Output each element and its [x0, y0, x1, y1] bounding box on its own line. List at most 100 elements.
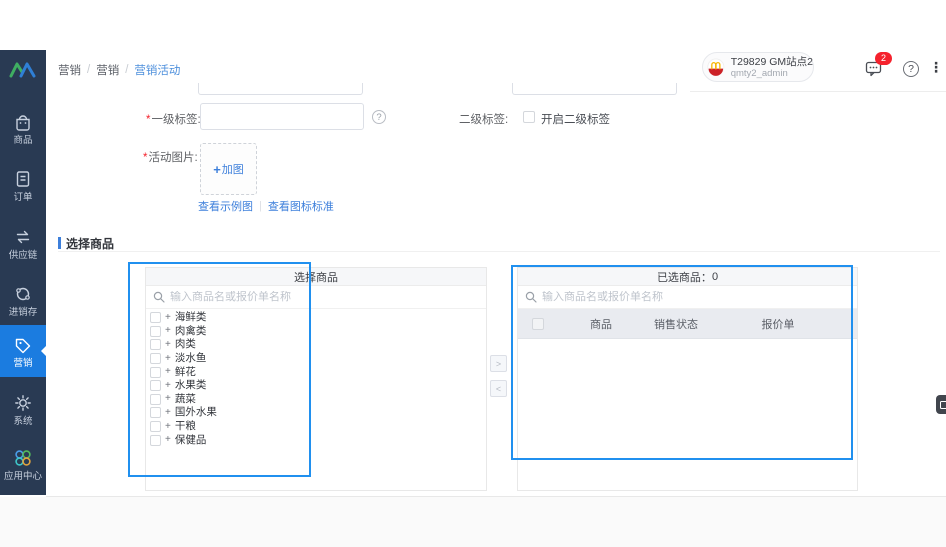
view-icon-standard-link[interactable]: 查看图标标准 — [268, 198, 334, 214]
sidebar-item-supply-chain[interactable]: 供应链 — [0, 220, 46, 266]
item-checkbox[interactable] — [150, 435, 161, 446]
selected-products-panel: 已选商品：0 商品 销售状态 报价单 — [517, 267, 858, 491]
tag-help-icon[interactable]: ? — [372, 110, 386, 124]
item-checkbox[interactable] — [150, 326, 161, 337]
section-accent-bar — [58, 237, 61, 249]
available-products-panel: 选择商品 +海鲜类+肉禽类+肉类+淡水鱼+鲜花+水果类+蔬菜+国外水果+干粮+保… — [145, 267, 487, 491]
category-row[interactable]: + 肉类 — [146, 338, 486, 352]
item-checkbox[interactable] — [150, 407, 161, 418]
active-item-notch — [41, 346, 46, 356]
item-checkbox[interactable] — [150, 339, 161, 350]
right-search-bar — [518, 286, 857, 309]
help-icon[interactable]: ? — [903, 61, 919, 77]
image-links: 查看示例图 | 查看图标标准 — [198, 198, 334, 214]
sidebar-item-inventory[interactable]: 进销存 — [0, 277, 46, 323]
site-name: T29829 GM站点2 — [731, 56, 813, 68]
inventory-icon — [12, 283, 34, 305]
expand-icon[interactable]: + — [165, 394, 171, 404]
header-divider — [690, 91, 946, 92]
breadcrumb-separator: / — [87, 64, 90, 76]
category-row[interactable]: +肉禽类 — [146, 325, 486, 339]
sidebar-label: 进销存 — [9, 307, 38, 317]
sidebar-label: 商品 — [14, 135, 33, 145]
category-row[interactable]: +水果类 — [146, 379, 486, 393]
plus-icon: + — [213, 162, 221, 177]
category-label: 干粮 — [175, 421, 196, 432]
category-label: 肉类 — [175, 339, 196, 350]
account-pill[interactable]: T29829 GM站点2 qmty2_admin — [702, 52, 814, 82]
add-image-upload[interactable]: + 加图 — [200, 143, 257, 195]
sidebar-item-products[interactable]: 商品 — [0, 105, 46, 151]
app-screen: 商品 订单 供应链 — [0, 0, 946, 547]
category-row[interactable]: + 干粮 — [146, 420, 486, 434]
right-search-input[interactable] — [542, 291, 850, 303]
category-label: 保健品 — [175, 435, 207, 446]
app-center-icon — [12, 447, 34, 469]
item-checkbox[interactable] — [150, 367, 161, 378]
level2-tag-label: 二级标签: — [459, 111, 508, 127]
activity-image-label: *活动图片: — [143, 149, 198, 165]
left-search-bar — [146, 286, 486, 309]
sidebar-item-orders[interactable]: 订单 — [0, 162, 46, 208]
category-row[interactable]: + 保健品 — [146, 433, 486, 447]
upload-label: 加图 — [222, 161, 244, 177]
left-panel-title: 选择商品 — [146, 268, 486, 286]
section-divider — [58, 251, 940, 252]
sidebar-label: 供应链 — [9, 250, 38, 260]
expand-icon[interactable]: + — [165, 435, 171, 445]
category-tree: +海鲜类+肉禽类+肉类+淡水鱼+鲜花+水果类+蔬菜+国外水果+干粮+保健品 — [146, 309, 486, 447]
item-checkbox[interactable] — [150, 353, 161, 364]
app-logo-icon[interactable] — [8, 58, 38, 82]
category-label: 淡水鱼 — [175, 353, 207, 364]
category-row[interactable]: + 国外水果 — [146, 406, 486, 420]
enable-level2-checkbox[interactable] — [523, 111, 535, 123]
sidebar-item-system[interactable]: 系统 — [0, 386, 46, 432]
link-divider: | — [259, 200, 262, 212]
column-product: 商品 — [558, 316, 644, 332]
item-checkbox[interactable] — [150, 394, 161, 405]
bag-icon — [12, 111, 34, 133]
breadcrumb-item[interactable]: 营销 — [58, 62, 81, 78]
select-all-checkbox[interactable] — [532, 318, 544, 330]
expand-icon[interactable]: + — [165, 326, 171, 336]
sidebar-item-marketing[interactable]: 营销 — [0, 325, 46, 377]
selected-table-header: 商品 销售状态 报价单 — [518, 309, 857, 339]
marketing-tag-icon — [12, 334, 34, 356]
category-row[interactable]: +蔬菜 — [146, 393, 486, 407]
level1-tag-input[interactable] — [200, 103, 364, 130]
item-checkbox[interactable] — [150, 380, 161, 391]
section-title: 选择商品 — [66, 235, 114, 252]
left-search-input[interactable] — [170, 291, 479, 303]
view-example-link[interactable]: 查看示例图 — [198, 198, 253, 214]
sidebar-item-app-center[interactable]: 应用中心 — [0, 441, 46, 487]
expand-icon[interactable]: + — [165, 367, 171, 377]
expand-icon[interactable]: + — [165, 422, 171, 432]
item-checkbox[interactable] — [150, 421, 161, 432]
clipped-input-top-right[interactable] — [512, 83, 677, 95]
expand-icon[interactable]: + — [165, 354, 171, 364]
more-menu-icon[interactable]: ⋮ — [929, 59, 943, 75]
expand-icon[interactable]: + — [165, 408, 171, 418]
brand-logo-icon — [707, 56, 725, 78]
move-left-button[interactable]: < — [490, 380, 507, 397]
column-sale-status: 销售状态 — [644, 316, 708, 332]
clipped-input-top-left[interactable] — [198, 83, 363, 95]
edge-widget-button[interactable] — [936, 395, 946, 414]
breadcrumb-item-current[interactable]: 营销活动 — [134, 62, 180, 78]
sidebar: 商品 订单 供应链 — [0, 50, 46, 495]
expand-icon[interactable]: + — [165, 340, 171, 350]
item-checkbox[interactable] — [150, 312, 161, 323]
level1-tag-label: *一级标签: — [146, 111, 201, 127]
expand-icon[interactable]: + — [165, 381, 171, 391]
move-right-button[interactable]: > — [490, 355, 507, 372]
breadcrumb-separator: / — [125, 64, 128, 76]
expand-icon[interactable]: + — [165, 313, 171, 323]
breadcrumb-item[interactable]: 营销 — [96, 62, 119, 78]
search-icon — [153, 291, 165, 303]
account-info: T29829 GM站点2 qmty2_admin — [731, 56, 813, 79]
category-row[interactable]: +鲜花 — [146, 365, 486, 379]
category-row[interactable]: + 淡水鱼 — [146, 352, 486, 366]
category-row[interactable]: +海鲜类 — [146, 311, 486, 325]
category-label: 国外水果 — [175, 407, 217, 418]
search-icon — [525, 291, 537, 303]
